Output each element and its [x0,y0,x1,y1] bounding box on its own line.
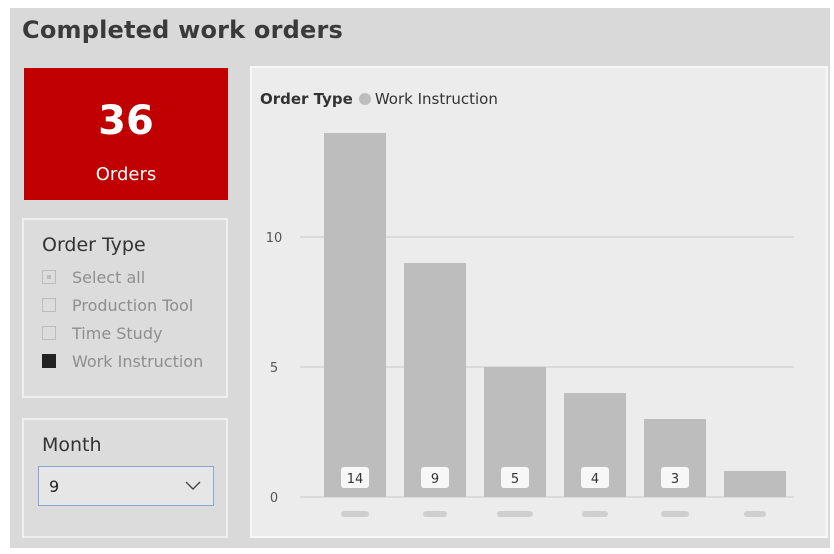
slicer-title: Month [42,434,102,456]
x-tick-label-blurred [661,511,689,517]
kpi-label: Orders [95,164,157,185]
data-label: 3 [671,472,679,487]
checkbox-partial[interactable] [42,270,56,284]
chevron-down-icon[interactable] [183,475,203,495]
x-tick-label-blurred [423,511,447,517]
month-slicer: Month 9 [22,418,228,538]
slicer-title: Order Type [42,234,146,256]
y-tick-label: 5 [270,361,278,376]
bar[interactable] [324,133,386,497]
kpi-card: 36 Orders [24,68,228,200]
page-title: Completed work orders [22,16,343,44]
data-label: 5 [511,472,519,487]
data-label: 9 [431,472,439,487]
option-label: Time Study [72,323,163,343]
option-time-study[interactable]: Time Study [42,322,162,344]
report-page: Completed work orders 36 Orders Order Ty… [10,8,830,548]
checkbox[interactable] [42,298,56,312]
bar-chart: Order Type Work Instruction 0 5 10 14 9 5 4 3 [250,66,828,538]
y-tick-label: 10 [266,231,283,246]
option-label: Select all [72,267,146,287]
x-tick-label-blurred [582,511,608,517]
x-tick-label-blurred [497,511,533,517]
order-type-slicer: Order Type Select all Production Tool Ti… [22,218,228,398]
data-label: 4 [591,472,599,487]
y-tick-label: 0 [270,491,278,506]
x-tick-label-blurred [341,511,369,517]
checkbox[interactable] [42,326,56,340]
kpi-value: 36 [98,98,154,144]
bar[interactable] [404,263,466,497]
checkbox-checked[interactable] [42,354,56,368]
month-value: 9 [49,477,60,496]
option-label: Production Tool [72,295,194,315]
x-tick-label-blurred [744,511,766,517]
chart-plot-area: 0 5 10 14 9 5 4 3 [266,133,794,517]
option-label: Work Instruction [72,351,204,371]
option-production-tool[interactable]: Production Tool [42,294,193,316]
option-select-all[interactable]: Select all [42,266,145,288]
bar[interactable] [724,471,786,497]
month-dropdown[interactable]: 9 [38,466,214,506]
option-work-instruction[interactable]: Work Instruction [42,350,203,372]
data-label: 14 [347,472,364,487]
